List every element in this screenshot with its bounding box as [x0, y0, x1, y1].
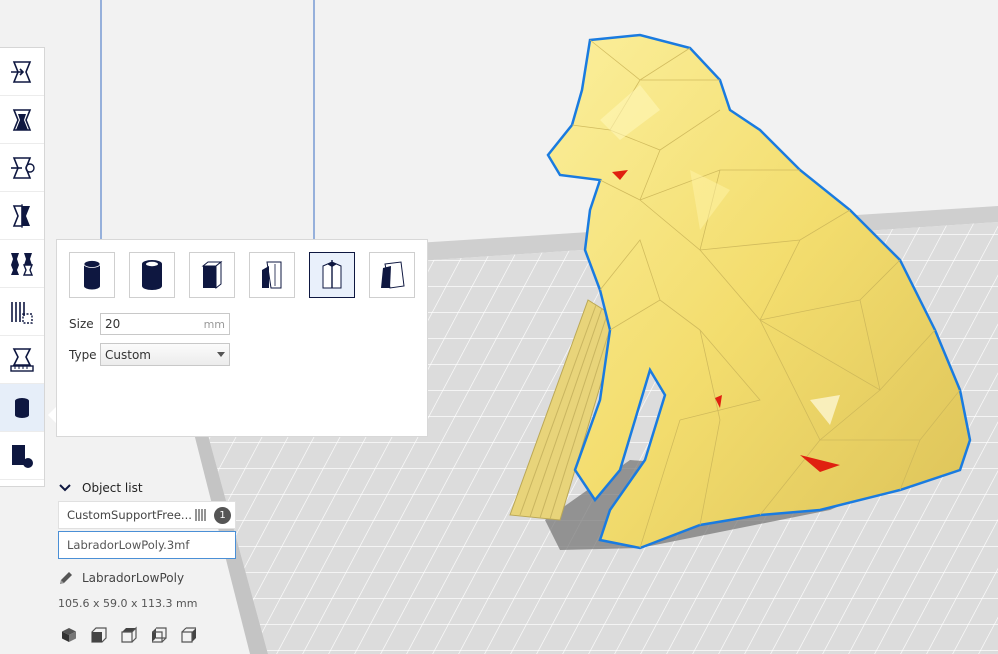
support-blocker-icon [11, 301, 33, 324]
support-blocker-button[interactable] [0, 288, 44, 336]
object-name: CustomSupportFree... [67, 508, 192, 522]
object-badges: 1 [194, 506, 231, 524]
size-label: Size [69, 317, 94, 331]
mirror-tool-button[interactable] [0, 192, 44, 240]
right-view-button[interactable] [180, 626, 198, 644]
shape-tool-button[interactable] [0, 432, 44, 480]
freeform-support-button[interactable] [309, 252, 355, 298]
extruder-badge: 1 [214, 506, 231, 524]
object-list-item[interactable]: CustomSupportFree... 1 [58, 501, 236, 529]
custom-support-icon [381, 261, 405, 289]
cube-support-icon [201, 260, 223, 290]
object-name: LabradorLowPoly.3mf [67, 538, 190, 552]
object-list-toggle[interactable]: Object list [58, 481, 143, 495]
type-row: Type Custom [69, 343, 230, 366]
chevron-down-icon [59, 484, 71, 492]
freeform-support-icon [322, 260, 342, 289]
type-label: Type [69, 347, 97, 362]
move-tool-button[interactable] [0, 48, 44, 96]
size-row: Size 20 mm [69, 313, 230, 335]
cylinder-support-button[interactable] [69, 252, 115, 298]
object-list-title: Object list [82, 481, 143, 495]
size-input[interactable]: 20 mm [100, 313, 230, 335]
measure-tool-button[interactable] [0, 336, 44, 384]
top-view-button[interactable] [120, 626, 138, 644]
type-select[interactable]: Custom [100, 343, 230, 366]
tube-support-button[interactable] [129, 252, 175, 298]
model-name-row[interactable]: LabradorLowPoly [58, 570, 184, 586]
left-view-button[interactable] [150, 626, 168, 644]
mirror-icon [12, 203, 30, 228]
measure-icon [10, 347, 34, 372]
3d-view-icon [62, 628, 76, 642]
right-view-icon [181, 627, 196, 643]
left-view-icon [152, 627, 167, 643]
tube-support-icon [142, 260, 162, 290]
per-model-settings-icon [11, 252, 34, 276]
per-model-settings-button[interactable] [0, 240, 44, 288]
custom-support-button[interactable] [369, 252, 415, 298]
support-shape-row [69, 252, 429, 298]
object-list-item[interactable]: LabradorLowPoly.3mf [58, 531, 236, 559]
size-value: 20 [105, 317, 121, 331]
left-toolbar [0, 47, 45, 487]
rotate-icon [11, 156, 35, 179]
support-icon [195, 509, 206, 521]
top-view-icon [121, 626, 137, 643]
front-view-button[interactable] [90, 626, 108, 644]
type-value: Custom [105, 347, 151, 362]
scale-icon [12, 108, 32, 131]
3d-view-button[interactable] [60, 626, 78, 644]
pencil-icon [60, 572, 72, 584]
front-view-icon [91, 627, 107, 643]
cylinder-support-icon [83, 260, 101, 290]
move-icon [11, 60, 32, 83]
model-name: LabradorLowPoly [82, 571, 185, 585]
chevron-down-icon [217, 352, 225, 357]
abutment-support-icon [262, 261, 282, 289]
custom-supports-button[interactable] [0, 384, 44, 432]
cube-support-button[interactable] [189, 252, 235, 298]
custom-supports-icon [15, 397, 29, 418]
rotate-tool-button[interactable] [0, 144, 44, 192]
scale-tool-button[interactable] [0, 96, 44, 144]
model-dimensions: 105.6 x 59.0 x 113.3 mm [58, 597, 198, 610]
view-orientation-bar [60, 626, 210, 644]
size-unit: mm [203, 317, 225, 331]
custom-supports-panel: Size 20 mm Type Custom [56, 239, 428, 437]
shape-icon [12, 444, 33, 468]
abutment-support-button[interactable] [249, 252, 295, 298]
